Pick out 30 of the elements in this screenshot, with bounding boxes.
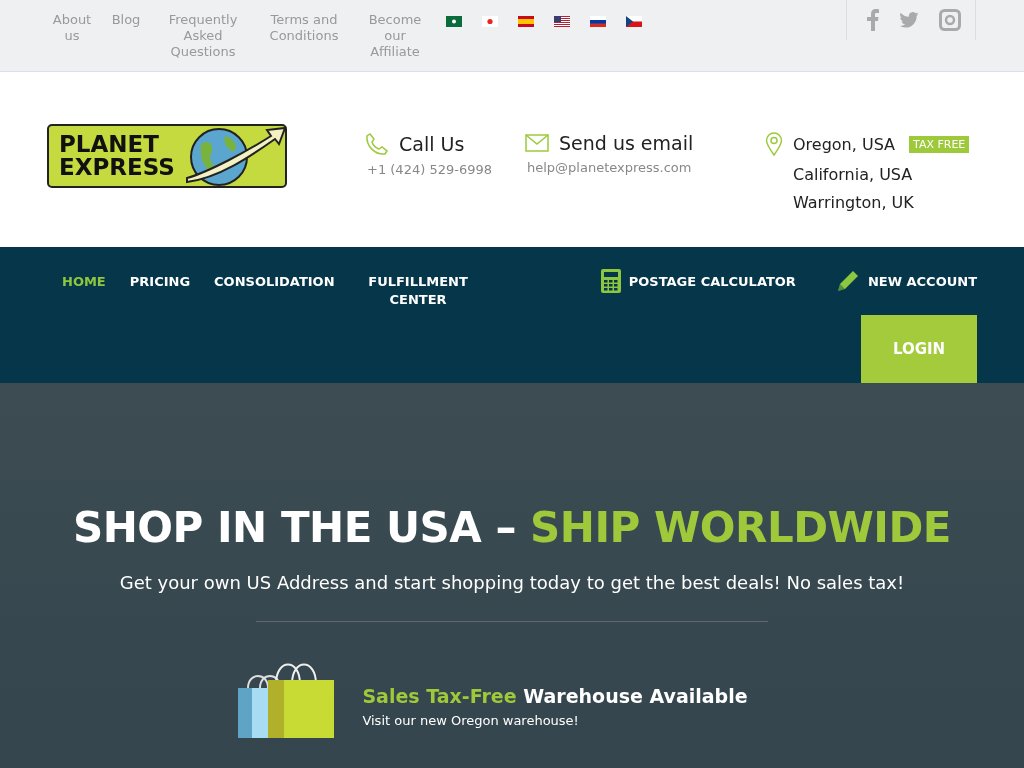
nav-link[interactable]: CONSOLIDATION bbox=[214, 273, 335, 291]
nav-link[interactable]: HOME bbox=[62, 273, 106, 291]
hero-subtitle: Get your own US Address and start shopping today to get the best deals! No sales tax! bbox=[119, 572, 905, 593]
flag-icon[interactable] bbox=[626, 16, 642, 27]
map-pin-icon bbox=[765, 132, 783, 156]
contact-title: Send us email bbox=[559, 132, 694, 154]
location-name: Oregon, USA bbox=[793, 134, 896, 154]
shopping-bags-icon bbox=[236, 662, 337, 738]
flag-icon[interactable] bbox=[590, 16, 606, 27]
nav-link[interactable]: PRICING bbox=[129, 273, 191, 291]
feature-title: Sales Tax-Free Warehouse Available bbox=[362, 685, 748, 707]
hero-heading: SHOP IN THE USA – SHIP WORLDWIDE bbox=[72, 503, 952, 552]
nav-link[interactable]: FULFILLMENT CENTER bbox=[358, 273, 479, 309]
nav-action-link[interactable]: POSTAGE CALCULATOR bbox=[600, 269, 796, 293]
location-name: California, USA bbox=[793, 165, 913, 184]
flag-icon[interactable] bbox=[554, 16, 570, 27]
planet-express-logo[interactable]: PLANET EXPRESS bbox=[47, 124, 287, 188]
contact-detail: +1 (424) 529-6998 bbox=[367, 162, 493, 177]
feature-text: Visit our new Oregon warehouse! bbox=[362, 713, 580, 728]
flag-icon[interactable] bbox=[482, 16, 498, 27]
phone-icon bbox=[365, 132, 389, 156]
pencil-icon bbox=[835, 269, 860, 293]
contact-title: Call Us bbox=[399, 133, 465, 155]
envelope-icon bbox=[525, 134, 549, 152]
flag-icon[interactable] bbox=[446, 16, 462, 27]
location-name: Warrington, UK bbox=[793, 193, 914, 212]
calculator-icon bbox=[600, 269, 621, 293]
contact-detail: help@planetexpress.com bbox=[527, 160, 693, 175]
tax-free-badge: TAX FREE bbox=[909, 135, 970, 153]
nav-action-link[interactable]: NEW ACCOUNT bbox=[835, 269, 977, 293]
